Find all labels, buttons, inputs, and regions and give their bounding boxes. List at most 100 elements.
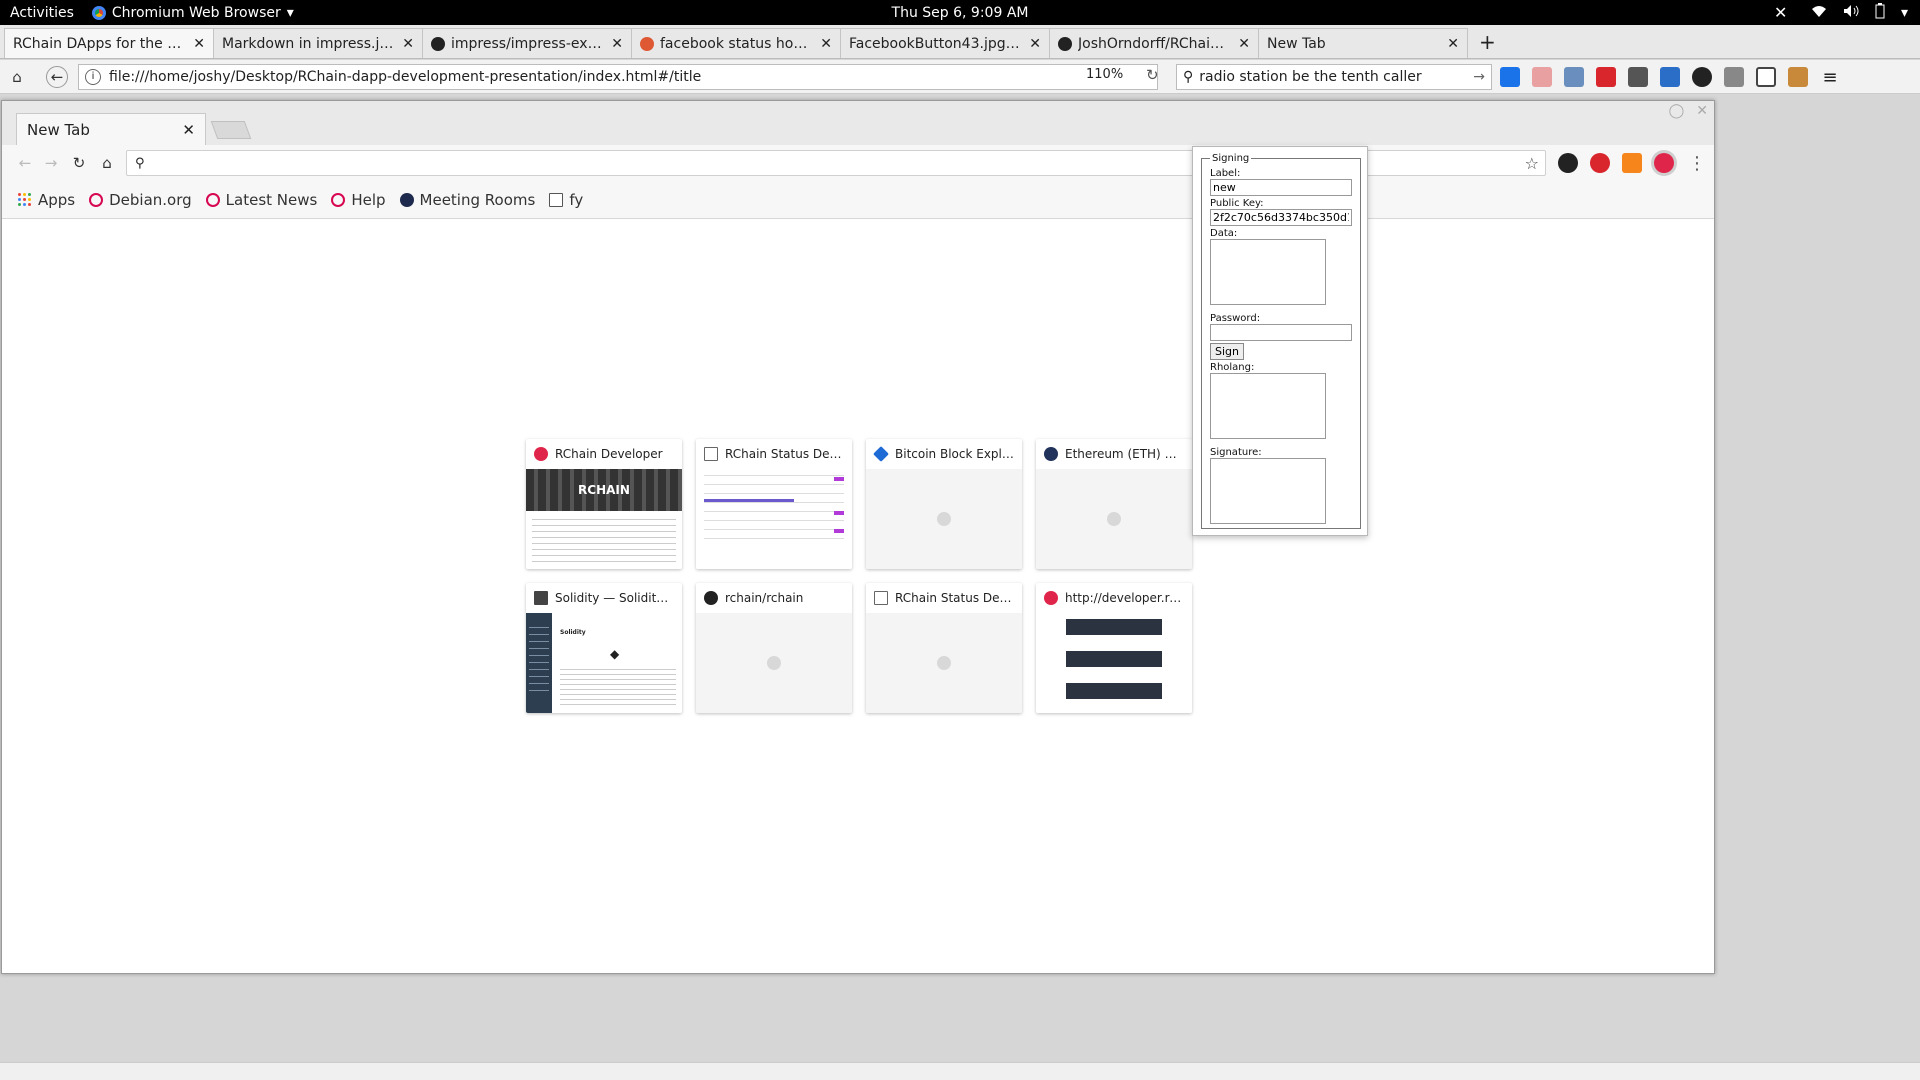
rholang-textarea[interactable] <box>1210 373 1326 439</box>
outer-tab-strip: RChain DApps for the Wo… ✕ Markdown in i… <box>0 25 1920 59</box>
sign-button[interactable]: Sign <box>1210 343 1244 360</box>
tile-title: rchain/rchain <box>725 591 804 605</box>
eyedropper-icon[interactable] <box>1724 67 1744 87</box>
most-visited-tile[interactable]: Bitcoin Block Explor… <box>866 439 1022 569</box>
back-arrow-icon[interactable]: ← <box>46 66 68 88</box>
outer-url-bar[interactable]: i file:///home/joshy/Desktop/RChain-dapp… <box>78 64 1158 90</box>
app-menu[interactable]: Chromium Web Browser ▾ <box>91 4 294 21</box>
kebab-menu-icon[interactable]: ⋮ <box>1688 153 1706 174</box>
tab-title: New Tab <box>1267 35 1326 52</box>
signing-legend: Signing <box>1212 153 1250 164</box>
extension-icon[interactable] <box>1558 153 1578 173</box>
close-icon[interactable]: ✕ <box>611 36 623 52</box>
outer-tab[interactable]: JoshOrndorff/RChain-… ✕ <box>1049 28 1259 58</box>
public-key-label: Public Key: <box>1210 198 1264 209</box>
home-icon[interactable]: ⌂ <box>96 152 118 174</box>
outer-toolbar: ⌂ ← i file:///home/joshy/Desktop/RChain-… <box>0 60 1920 94</box>
chevron-down-icon: ▾ <box>286 4 294 21</box>
data-textarea[interactable] <box>1210 239 1326 305</box>
new-tab-plus-icon[interactable]: + <box>1467 30 1508 58</box>
close-window-icon[interactable]: ✕ <box>1696 103 1708 119</box>
close-icon[interactable]: ✕ <box>402 36 414 52</box>
reload-icon[interactable]: ↻ <box>68 152 90 174</box>
adblock-plus-icon[interactable] <box>1590 153 1610 173</box>
bookmark-apps[interactable]: Apps <box>18 191 75 209</box>
activities-button[interactable]: Activities <box>0 5 84 21</box>
close-icon[interactable]: ✕ <box>1238 36 1250 52</box>
rchain-banner: RCHAIN <box>526 469 682 511</box>
tile-thumbnail <box>866 613 1022 713</box>
system-status-area[interactable]: ▾ <box>1811 2 1908 23</box>
close-icon[interactable]: ✕ <box>193 36 205 52</box>
shield-icon[interactable] <box>1660 67 1680 87</box>
signature-textarea[interactable] <box>1210 458 1326 524</box>
most-visited-tile[interactable]: RChain Status Demo <box>866 583 1022 713</box>
most-visited-tile[interactable]: rchain/rchain <box>696 583 852 713</box>
outer-tab[interactable]: facebook status how t… ✕ <box>631 28 841 58</box>
outer-tab[interactable]: New Tab ✕ <box>1258 28 1468 58</box>
metamask-icon[interactable] <box>1622 153 1642 173</box>
clock[interactable]: Thu Sep 6, 9:09 AM <box>892 5 1029 21</box>
public-key-input[interactable] <box>1210 209 1352 226</box>
most-visited-tile[interactable]: RChain Developer RCHAIN <box>526 439 682 569</box>
go-arrow-icon[interactable]: → <box>1473 69 1485 85</box>
signature-label: Signature: <box>1210 447 1262 458</box>
outer-tab[interactable]: impress/impress-extr… ✕ <box>422 28 632 58</box>
extension-icon[interactable] <box>1788 67 1808 87</box>
gnome-top-bar: Activities Chromium Web Browser ▾ Thu Se… <box>0 0 1920 25</box>
search-text: radio station be the tenth caller <box>1199 69 1422 85</box>
close-icon[interactable]: ✕ <box>1029 36 1041 52</box>
tile-title: RChain Status Demo <box>895 591 1014 605</box>
close-icon[interactable]: ✕ <box>182 121 195 139</box>
info-icon[interactable]: i <box>85 69 101 85</box>
volume-icon <box>1843 4 1859 22</box>
rholang-label: Rholang: <box>1210 362 1255 373</box>
tile-thumbnail: Solidity ◆ <box>526 613 682 713</box>
zoom-level[interactable]: 110% <box>1086 64 1123 82</box>
bookmark-meeting-rooms[interactable]: Meeting Rooms <box>399 191 535 209</box>
reload-icon[interactable]: ↻ <box>1146 66 1159 84</box>
most-visited-tile[interactable]: Solidity — Solidity 0… Solidity ◆ <box>526 583 682 713</box>
tile-title: Bitcoin Block Explor… <box>895 447 1014 461</box>
outer-tab[interactable]: Markdown in impress.js | … ✕ <box>213 28 423 58</box>
signing-fieldset: Signing Label: Public Key: Data: Passwor… <box>1201 153 1361 529</box>
rchain-extension-icon[interactable] <box>1654 153 1674 173</box>
new-tab-button[interactable] <box>210 121 252 139</box>
bookmark-fy[interactable]: fy <box>549 191 583 209</box>
bookmark-latest-news[interactable]: Latest News <box>205 191 317 209</box>
close-icon[interactable]: ✕ <box>820 36 832 52</box>
most-visited-tile[interactable]: http://developer.rch… <box>1036 583 1192 713</box>
bookmark-debian[interactable]: Debian.org <box>89 191 192 209</box>
hamburger-menu-icon[interactable]: ≡ <box>1820 67 1840 88</box>
home-icon[interactable]: ⌂ <box>6 66 28 88</box>
most-visited-tiles: RChain Developer RCHAIN RChain Status De… <box>526 439 1192 713</box>
extension-icon[interactable] <box>1532 67 1552 87</box>
bookmark-label: fy <box>569 190 584 209</box>
sidebar-icon[interactable] <box>1756 67 1776 87</box>
extension-icon[interactable] <box>1692 67 1712 87</box>
most-visited-tile[interactable]: Ethereum (ETH) Bl… <box>1036 439 1192 569</box>
back-arrow-icon[interactable]: ← <box>14 152 36 174</box>
label-input[interactable] <box>1210 179 1352 196</box>
outer-extension-icons: ≡ <box>1500 67 1840 88</box>
inner-tab[interactable]: New Tab ✕ <box>16 113 206 145</box>
solidity-heading: Solidity <box>560 629 586 636</box>
password-input[interactable] <box>1210 324 1352 341</box>
bookmark-help[interactable]: Help <box>331 191 386 209</box>
outer-tab[interactable]: RChain DApps for the Wo… ✕ <box>4 28 214 58</box>
profile-icon[interactable]: ◯ <box>1669 103 1685 119</box>
outer-tab[interactable]: FacebookButton43.jpg (J… ✕ <box>840 28 1050 58</box>
extension-icon[interactable] <box>1564 67 1584 87</box>
close-icon[interactable]: ✕ <box>1447 36 1459 52</box>
tab-title: impress/impress-extr… <box>451 35 606 52</box>
close-icon[interactable]: ✕ <box>1774 3 1787 22</box>
forward-arrow-icon[interactable]: → <box>40 152 62 174</box>
qr-code-icon[interactable] <box>1628 67 1648 87</box>
rchain-icon <box>1044 591 1058 605</box>
outer-search-bar[interactable]: ⚲ radio station be the tenth caller → <box>1176 64 1492 90</box>
solidity-logo-icon: ◆ <box>610 647 620 661</box>
star-icon[interactable]: ☆ <box>1525 154 1539 173</box>
most-visited-tile[interactable]: RChain Status Demo <box>696 439 852 569</box>
adblock-plus-icon[interactable] <box>1596 67 1616 87</box>
download-icon[interactable] <box>1500 67 1520 87</box>
